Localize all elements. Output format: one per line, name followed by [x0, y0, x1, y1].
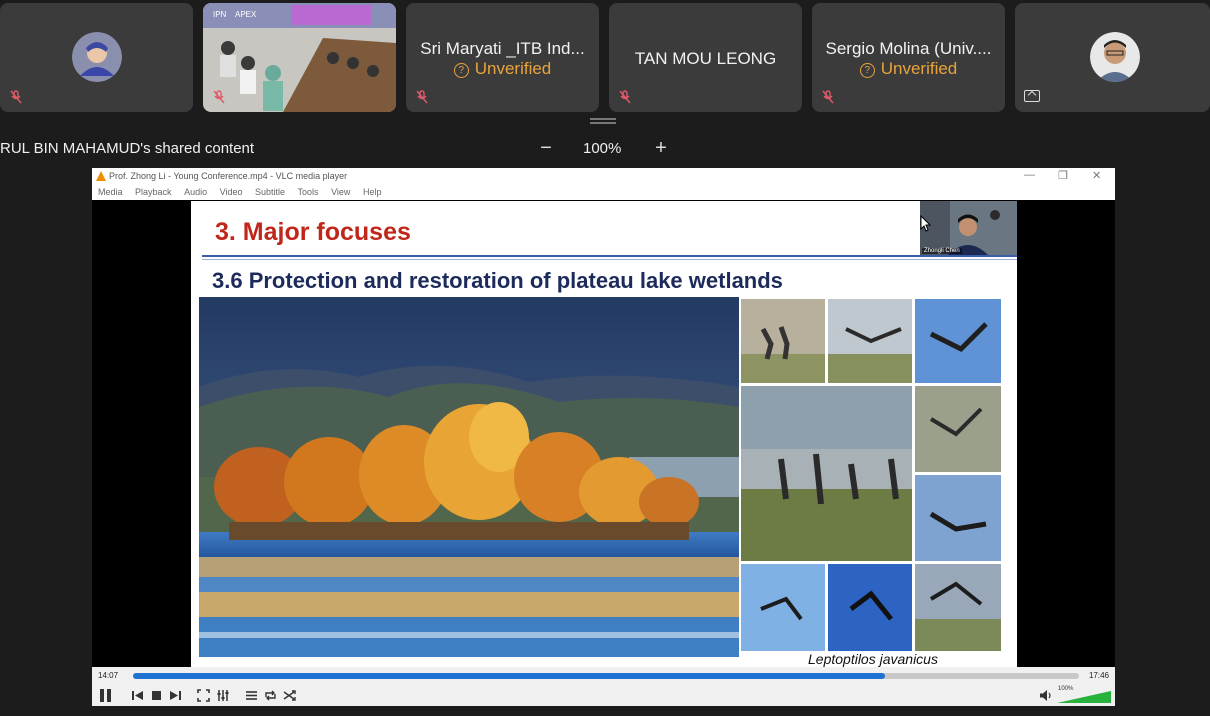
vlc-control-bar: 100% — [92, 685, 1115, 706]
slide-heading: 3. Major focuses — [215, 218, 411, 246]
slide-divider — [202, 255, 1017, 257]
extended-settings-icon[interactable] — [215, 688, 230, 703]
zoom-out-button[interactable]: − — [536, 137, 556, 160]
strip-drag-handle[interactable] — [590, 118, 616, 124]
zoom-level: 100% — [583, 140, 622, 157]
fullscreen-icon[interactable] — [196, 688, 211, 703]
menu-tools[interactable]: Tools — [298, 187, 319, 197]
participant-tile-2[interactable]: IPN APEX — [203, 3, 396, 112]
slide-divider-thin — [202, 259, 1017, 260]
minimize-icon[interactable]: — — [1024, 169, 1035, 181]
slide-subheading: 3.6 Protection and restoration of platea… — [212, 268, 783, 293]
shared-content-label: RUL BIN MAHAMUD's shared content — [0, 140, 255, 157]
menu-video[interactable]: Video — [220, 187, 243, 197]
svg-text:IPN: IPN — [213, 10, 227, 19]
unverified-badge: ? Unverified — [406, 59, 599, 79]
loop-icon[interactable] — [263, 688, 278, 703]
mic-muted-icon — [822, 90, 834, 104]
participant-avatar — [71, 32, 122, 82]
menu-view[interactable]: View — [331, 187, 350, 197]
speaker-icon[interactable] — [1038, 688, 1053, 703]
presenter-webcam-label: Zhongli Chen — [922, 248, 962, 254]
presenter-webcam: Zhongli Chen — [920, 201, 1017, 255]
total-time: 17:46 — [1088, 671, 1109, 680]
restore-icon[interactable]: ❐ — [1058, 169, 1068, 182]
lake-landscape-photo — [199, 297, 739, 657]
participant-name: Sri Maryati _ITB Ind... — [420, 39, 585, 58]
mic-muted-icon — [213, 90, 225, 104]
volume-percent: 100% — [1058, 686, 1074, 692]
participant-tile-1[interactable] — [0, 3, 193, 112]
bird-species-caption: Leptoptilos javanicus — [808, 651, 938, 667]
playlist-icon[interactable] — [244, 688, 259, 703]
zoom-in-button[interactable]: + — [651, 137, 671, 160]
participant-tile-3[interactable]: Sri Maryati _ITB Ind... ? Unverified — [406, 3, 599, 112]
mouse-cursor-icon — [920, 215, 932, 232]
screen-share-icon — [1024, 90, 1040, 102]
unverified-icon: ? — [859, 63, 875, 78]
vlc-cone-icon — [96, 171, 106, 181]
previous-icon[interactable] — [130, 688, 145, 703]
close-icon[interactable]: ✕ — [1092, 169, 1101, 182]
unverified-icon: ? — [453, 63, 469, 78]
menu-help[interactable]: Help — [363, 187, 382, 197]
menu-subtitle[interactable]: Subtitle — [255, 187, 285, 197]
next-icon[interactable] — [168, 688, 183, 703]
presentation-slide: 3. Major focuses 3.6 Protection and rest… — [191, 201, 1017, 667]
bird-photo-grid — [741, 299, 1001, 651]
svg-text:APEX: APEX — [235, 10, 257, 19]
participant-tile-4[interactable]: TAN MOU LEONG — [609, 3, 802, 112]
menu-audio[interactable]: Audio — [184, 187, 207, 197]
vlc-window-title: Prof. Zhong Li - Young Conference.mp4 - … — [109, 171, 348, 181]
vlc-title-bar: Prof. Zhong Li - Young Conference.mp4 - … — [92, 168, 1115, 185]
shuffle-icon[interactable] — [282, 688, 297, 703]
vlc-seek-area: 14:07 17:46 — [92, 667, 1115, 685]
participant-tile-5[interactable]: Sergio Molina (Univ.... ? Unverified — [812, 3, 1005, 112]
unverified-badge: ? Unverified — [812, 59, 1005, 79]
menu-playback[interactable]: Playback — [135, 187, 172, 197]
seek-bar-fill — [133, 673, 886, 679]
vlc-menu-bar: Media Playback Audio Video Subtitle Tool… — [92, 185, 1115, 200]
mic-muted-icon — [416, 90, 428, 104]
participant-tile-6[interactable] — [1015, 3, 1210, 112]
current-time: 14:07 — [98, 671, 119, 680]
presenter-webcam-image — [920, 201, 1017, 255]
stop-icon[interactable] — [149, 688, 164, 703]
mic-muted-icon — [10, 90, 22, 104]
vlc-window: Prof. Zhong Li - Young Conference.mp4 - … — [92, 168, 1115, 706]
participant-name: Sergio Molina (Univ.... — [825, 39, 992, 58]
pause-icon[interactable] — [98, 688, 113, 703]
participant-avatar — [1089, 32, 1140, 82]
volume-slider[interactable]: 100% — [1055, 686, 1113, 704]
participant-name: TAN MOU LEONG — [634, 49, 777, 68]
seek-bar[interactable] — [133, 673, 1079, 679]
menu-media[interactable]: Media — [98, 187, 123, 197]
mic-muted-icon — [619, 90, 631, 104]
participant-video-feed: IPN APEX — [203, 3, 396, 112]
